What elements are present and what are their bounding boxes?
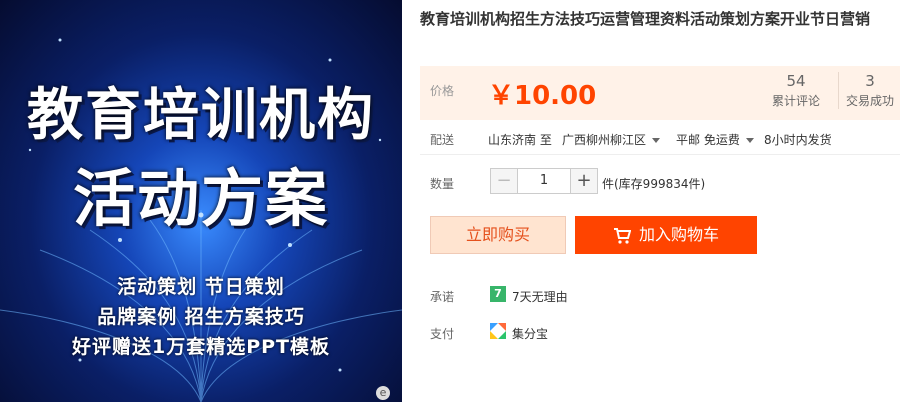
price-value: ￥10.00 [488, 81, 597, 111]
jifenbao-icon [490, 323, 506, 339]
payment-text[interactable]: 集分宝 [512, 325, 548, 342]
promise-label: 承诺 [430, 290, 455, 304]
shipping-destination: 广西柳州柳江区 [562, 133, 647, 147]
shipping-method-select[interactable]: 平邮 免运费 [676, 131, 754, 148]
shipping-label: 配送 [430, 133, 455, 147]
image-headline-2: 活动方案 [72, 162, 329, 235]
cart-icon [613, 227, 631, 244]
shipping-from: 山东济南 至 [488, 133, 552, 147]
reviews-label: 累计评论 [771, 94, 820, 108]
stock-info: 件(库存999834件) [602, 177, 706, 191]
image-tagline-2: 品牌案例 招生方案技巧 [97, 306, 305, 328]
quantity-input[interactable]: 1 [518, 168, 570, 194]
payment-label: 支付 [430, 327, 455, 341]
quantity-increase-button[interactable]: + [570, 168, 598, 194]
dispatch-time: 8小时内发货 [764, 133, 832, 147]
quantity-stepper: − 1 + [490, 168, 598, 194]
image-tagline-1: 活动策划 节日策划 [117, 276, 285, 298]
shipping-row: 配送 山东济南 至 广西柳州柳江区 平邮 免运费 8小时内发货 [420, 124, 900, 155]
image-headline-1: 教育培训机构 [27, 82, 375, 148]
reviews-stat[interactable]: 54 累计评论 [758, 72, 834, 109]
deals-label: 交易成功 [845, 94, 894, 108]
buy-now-button[interactable]: 立即购买 [430, 216, 566, 254]
reviews-count: 54 [786, 72, 806, 90]
image-tagline-3: 好评赠送1万套精选PPT模板 [71, 336, 331, 358]
shipping-destination-select[interactable]: 广西柳州柳江区 [562, 131, 661, 148]
price-label: 价格 [430, 84, 455, 98]
product-image[interactable]: 教育培训机构 活动方案 活动策划 节日策划 品牌案例 招生方案技巧 好评赠送1万… [0, 0, 402, 402]
deals-stat[interactable]: 3 交易成功 [838, 72, 901, 109]
product-title: 教育培训机构招生方法技巧运营管理资料活动策划方案开业节日营销 [420, 10, 871, 28]
promise-text[interactable]: 7天无理由 [512, 288, 568, 305]
shipping-method: 平邮 免运费 [676, 133, 740, 147]
quantity-decrease-button[interactable]: − [490, 168, 518, 194]
seven-day-return-icon: 7 [490, 286, 506, 302]
add-to-cart-label: 加入购物车 [638, 225, 719, 244]
zoom-icon[interactable]: e [376, 386, 390, 400]
deals-count: 3 [865, 72, 875, 90]
chevron-down-icon [745, 138, 754, 143]
price-panel: 价格 ￥10.00 54 累计评论 3 交易成功 [420, 66, 900, 120]
quantity-label: 数量 [430, 177, 455, 191]
chevron-down-icon [652, 138, 661, 143]
add-to-cart-button[interactable]: 加入购物车 [575, 216, 757, 254]
